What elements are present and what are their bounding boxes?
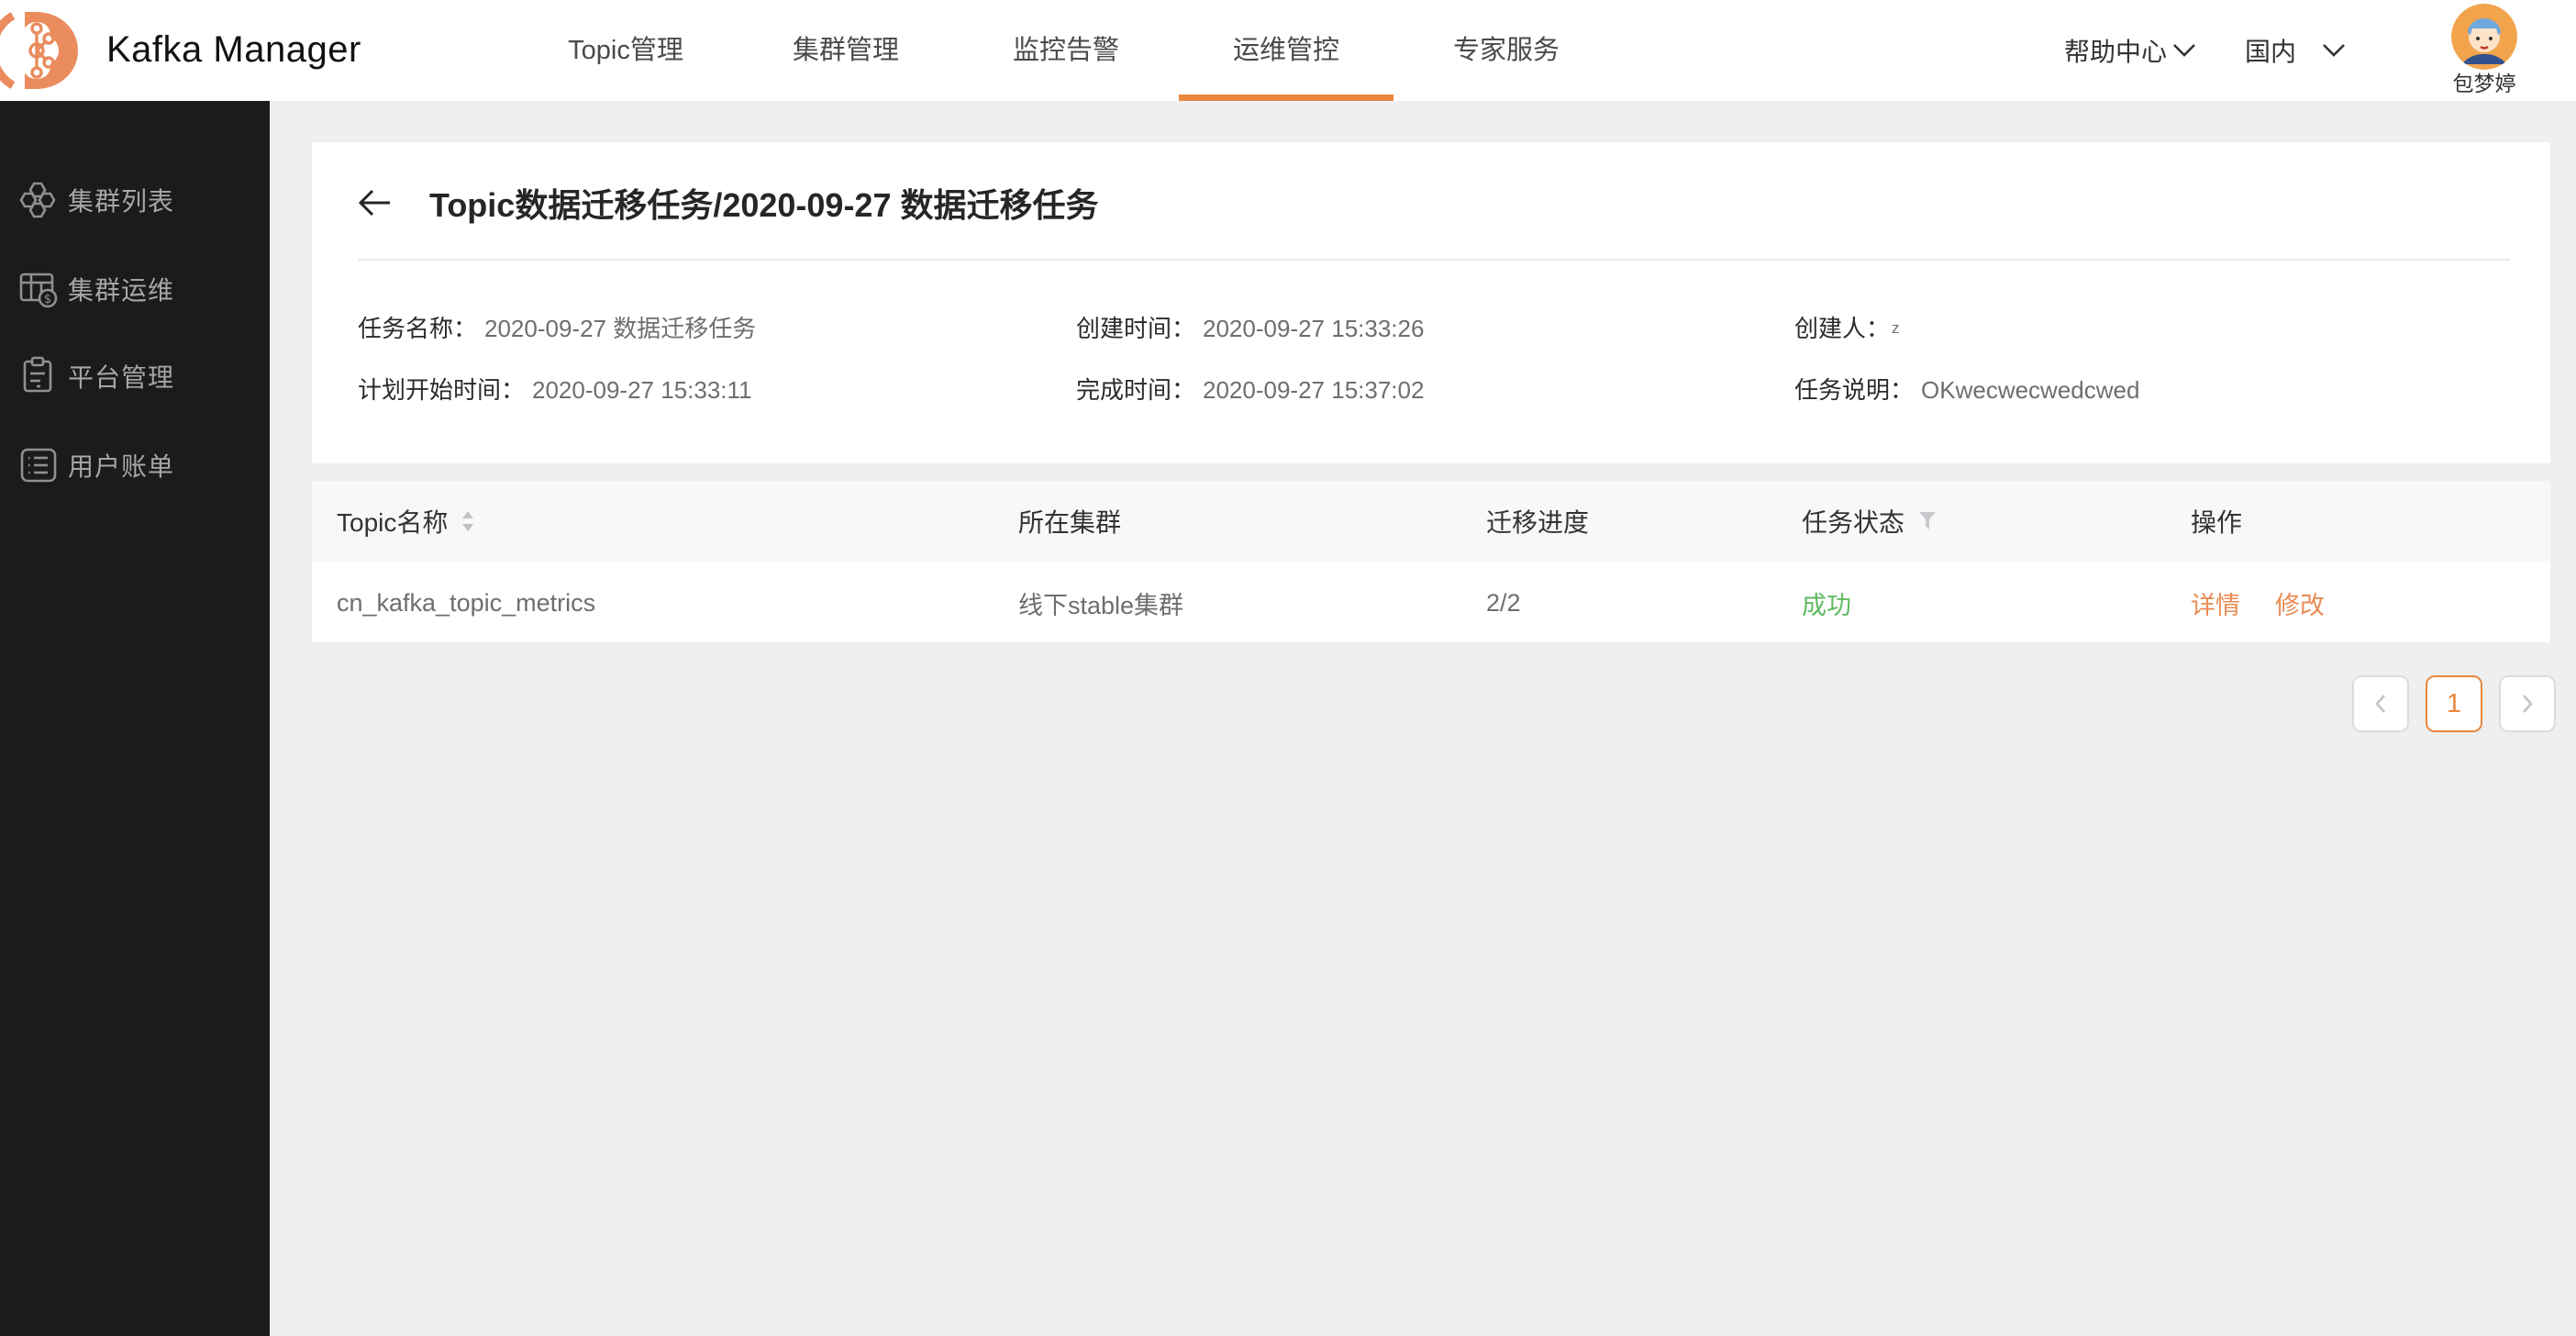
page-1-button[interactable]: 1 <box>2426 675 2482 732</box>
sidebar-item-user-bill[interactable]: 用户账单 <box>0 440 270 491</box>
table-header: Topic名称 所在集群 迁移进度 任务状态 操作 <box>312 481 2550 562</box>
chevron-down-icon <box>2173 44 2195 57</box>
chevron-left-icon <box>2375 695 2385 713</box>
table-row: cn_kafka_topic_metrics 线下stable集群 2/2 成功… <box>312 562 2550 644</box>
active-tab-indicator <box>1179 95 1393 101</box>
col-cluster: 所在集群 <box>1018 508 1122 537</box>
chevron-right-icon <box>2523 695 2533 713</box>
field-plan-start-time: 计划开始时间： 2020-09-27 15:33:11 <box>358 376 752 404</box>
username-label: 包梦婷 <box>2452 72 2516 95</box>
cell-cluster: 线下stable集群 <box>1018 591 1184 619</box>
col-status: 任务状态 <box>1802 481 1937 562</box>
field-task-desc: 任务说明： OKwecwecwedcwed <box>1794 376 2140 404</box>
col-progress: 迁移进度 <box>1486 508 1590 537</box>
app-title: Kafka Manager <box>106 29 361 70</box>
chevron-down-icon <box>2323 44 2345 57</box>
tab-monitor-alert[interactable]: 监控告警 <box>956 0 1176 101</box>
main-content: Topic数据迁移任务/2020-09-27 数据迁移任务 任务名称： 2020-… <box>270 101 2576 1336</box>
field-create-time: 创建时间： 2020-09-27 15:33:26 <box>1076 315 1425 342</box>
bill-list-icon <box>18 445 59 485</box>
status-badge: 成功 <box>1802 591 1851 619</box>
cell-topic-name: cn_kafka_topic_metrics <box>337 588 596 617</box>
tab-topic-manage[interactable]: Topic管理 <box>516 0 736 101</box>
sidebar-item-cluster-list[interactable]: 集群列表 <box>0 174 270 226</box>
cell-actions: 详情 修改 <box>2191 562 2325 644</box>
tab-ops-control[interactable]: 运维管控 <box>1176 0 1396 101</box>
col-topic-name[interactable]: Topic名称 <box>337 481 474 562</box>
sort-caret-icon[interactable] <box>461 510 474 532</box>
migration-table: Topic名称 所在集群 迁移进度 任务状态 操作 cn_kafka_topic… <box>312 481 2550 644</box>
main-nav: Topic管理 集群管理 监控告警 运维管控 专家服务 <box>516 0 1616 101</box>
cell-progress: 2/2 <box>1486 588 1521 617</box>
top-header: Kafka Manager Topic管理 集群管理 监控告警 运维管控 专家服… <box>0 0 2576 101</box>
back-arrow-icon[interactable] <box>358 184 394 221</box>
sidebar-item-cluster-ops[interactable]: $ 集群运维 <box>0 263 270 315</box>
app-logo-icon <box>0 10 81 91</box>
pagination: 1 <box>2352 675 2556 732</box>
prev-page-button[interactable] <box>2352 675 2409 732</box>
filter-funnel-icon[interactable] <box>1918 511 1937 531</box>
detail-link[interactable]: 详情 <box>2191 585 2240 621</box>
field-finish-time: 完成时间： 2020-09-27 15:37:02 <box>1076 376 1425 404</box>
next-page-button[interactable] <box>2499 675 2556 732</box>
sidebar: 集群列表 $ 集群运维 平台管理 用户账单 <box>0 101 270 1336</box>
tab-expert-service[interactable]: 专家服务 <box>1396 0 1616 101</box>
user-avatar[interactable] <box>2451 4 2517 70</box>
page-title: Topic数据迁移任务/2020-09-27 数据迁移任务 <box>429 186 1099 224</box>
help-center-menu[interactable]: 帮助中心 <box>2064 0 2196 101</box>
honeycomb-cluster-icon <box>18 180 59 220</box>
divider <box>358 259 2510 261</box>
edit-link[interactable]: 修改 <box>2275 585 2325 621</box>
region-selector[interactable]: 国内 <box>2245 0 2346 101</box>
task-info-card: Topic数据迁移任务/2020-09-27 数据迁移任务 任务名称： 2020-… <box>312 142 2550 463</box>
table-dollar-icon: $ <box>18 269 59 309</box>
clipboard-icon <box>18 356 59 396</box>
svg-text:$: $ <box>44 293 51 306</box>
sidebar-item-platform-manage[interactable]: 平台管理 <box>0 351 270 402</box>
tab-cluster-manage[interactable]: 集群管理 <box>736 0 956 101</box>
col-actions: 操作 <box>2191 508 2243 537</box>
field-task-name: 任务名称： 2020-09-27 数据迁移任务 <box>358 315 757 342</box>
field-creator: 创建人： z <box>1794 315 1900 342</box>
